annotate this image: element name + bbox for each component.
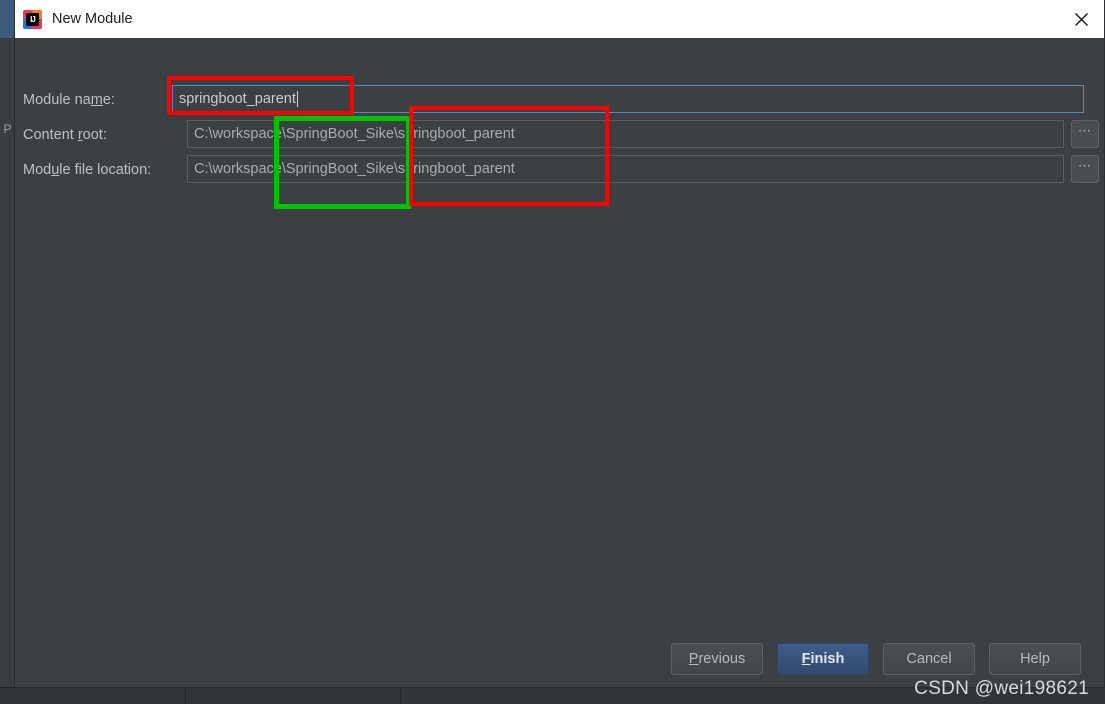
close-icon[interactable] <box>1058 0 1104 38</box>
dialog-title: New Module <box>52 11 133 27</box>
module-name-label: Module name: <box>23 92 115 108</box>
help-button[interactable]: Help <box>989 643 1081 675</box>
content-root-label: Content root: <box>23 127 107 143</box>
content-root-browse-button[interactable]: ⋯ <box>1071 120 1099 148</box>
content-root-input[interactable]: C:\workspace\SpringBoot_Sike\springboot_… <box>187 120 1064 148</box>
module-file-location-label: Module file location: <box>23 162 152 178</box>
module-file-location-browse-button[interactable]: ⋯ <box>1071 155 1099 183</box>
text-caret <box>296 91 298 107</box>
app-icon-letters: IJ <box>26 12 39 26</box>
ide-status-divider <box>185 688 186 704</box>
csdn-watermark: CSDN @wei198621 <box>914 678 1089 699</box>
intellij-idea-icon: IJ <box>23 9 42 29</box>
ide-side-tool-label: P <box>3 122 12 136</box>
module-file-location-input[interactable]: C:\workspace\SpringBoot_Sike\springboot_… <box>187 155 1064 183</box>
finish-button[interactable]: Finish <box>777 643 869 675</box>
ide-left-accent-bar <box>0 0 14 38</box>
new-module-dialog: IJ New Module Module name: springboot_pa… <box>14 0 1105 688</box>
module-name-input[interactable]: springboot_parent <box>172 85 1084 113</box>
cancel-button[interactable]: Cancel <box>883 643 975 675</box>
previous-button[interactable]: Previous <box>671 643 763 675</box>
dialog-footer: Previous Finish Cancel Help <box>15 643 1104 677</box>
ide-status-divider <box>400 688 401 704</box>
ide-left-toolbar-strip <box>0 38 14 704</box>
dialog-titlebar: IJ New Module <box>15 0 1104 38</box>
